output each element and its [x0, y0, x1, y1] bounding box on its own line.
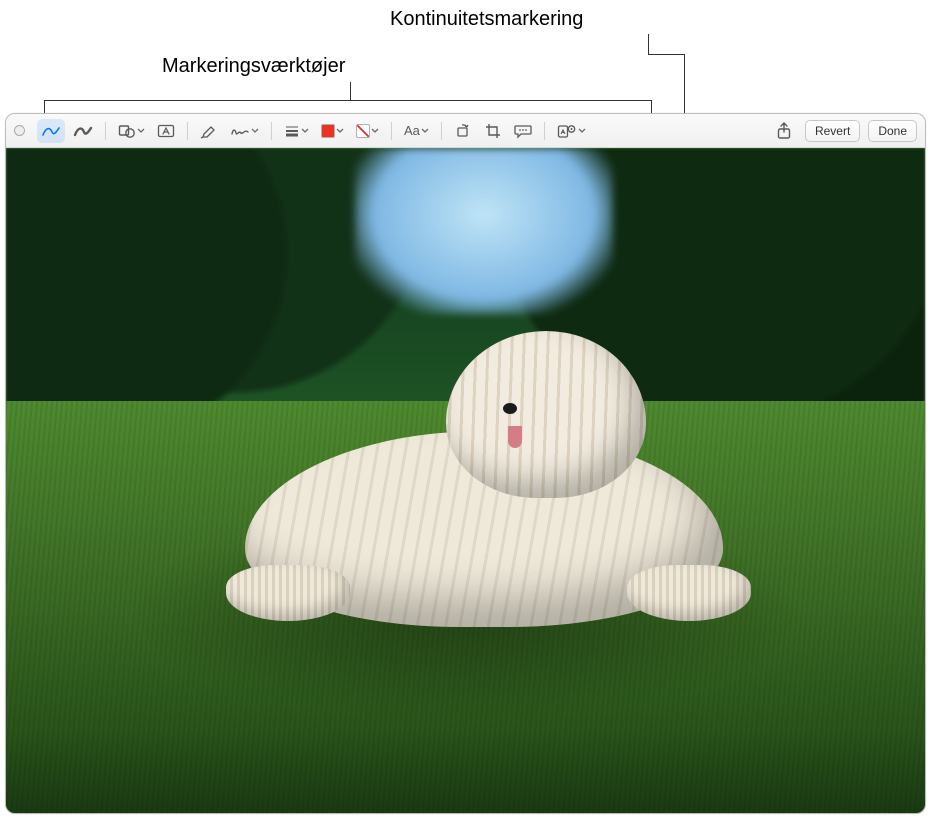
- dog-head: [446, 331, 647, 499]
- callout-line: [648, 54, 684, 55]
- chevron-down-icon: [301, 123, 309, 139]
- sketch-icon: [41, 123, 61, 139]
- done-button[interactable]: Done: [868, 120, 917, 142]
- markup-window: Aa: [5, 113, 926, 814]
- scene-sky: [355, 148, 612, 314]
- toolbar-separator: [441, 122, 442, 140]
- annotate-device-tool[interactable]: [553, 119, 590, 143]
- stroke-color-tool[interactable]: [352, 119, 383, 143]
- highlight-tool[interactable]: [196, 119, 222, 143]
- fill-color-tool[interactable]: [317, 119, 348, 143]
- crop-tool[interactable]: [480, 119, 506, 143]
- annotate-device-icon: [557, 123, 577, 139]
- toolbar-separator: [271, 122, 272, 140]
- sign-icon: [230, 123, 250, 139]
- rotate-icon: [455, 123, 471, 139]
- dog-paw: [627, 565, 751, 621]
- share-button[interactable]: [771, 119, 797, 143]
- callout-layer: Kontinuitetsmarkering Markeringsværktøje…: [0, 0, 931, 120]
- shapes-tool[interactable]: [114, 119, 149, 143]
- chevron-down-icon: [421, 123, 429, 139]
- chevron-down-icon: [578, 123, 586, 139]
- window-control-placeholder[interactable]: [14, 125, 25, 136]
- text-style-icon: Aa: [404, 123, 420, 138]
- image-description-tool[interactable]: [510, 119, 536, 143]
- line-style-tool[interactable]: [280, 119, 313, 143]
- callout-line: [648, 34, 649, 54]
- draw-icon: [73, 123, 93, 139]
- callout-line: [684, 54, 685, 119]
- toolbar-separator: [544, 122, 545, 140]
- text-style-tool[interactable]: Aa: [400, 119, 433, 143]
- callout-continuity-label: Kontinuitetsmarkering: [390, 8, 583, 31]
- textbox-tool[interactable]: [153, 119, 179, 143]
- stroke-color-icon: [356, 124, 370, 138]
- callout-line: [350, 82, 351, 100]
- chevron-down-icon: [251, 123, 259, 139]
- chevron-down-icon: [371, 123, 379, 139]
- shapes-icon: [118, 123, 136, 139]
- line-style-icon: [284, 123, 300, 139]
- image-canvas[interactable]: [6, 148, 925, 813]
- chevron-down-icon: [336, 123, 344, 139]
- sketch-tool[interactable]: [37, 119, 65, 143]
- toolbar-separator: [105, 122, 106, 140]
- callout-line: [44, 100, 652, 101]
- crop-icon: [485, 123, 501, 139]
- revert-button[interactable]: Revert: [805, 120, 860, 142]
- dog-paw: [226, 565, 350, 621]
- toolbar-separator: [187, 122, 188, 140]
- scene-dog: [245, 348, 723, 627]
- chevron-down-icon: [137, 123, 145, 139]
- highlight-icon: [200, 123, 218, 139]
- markup-toolbar: Aa: [6, 114, 925, 148]
- rotate-tool[interactable]: [450, 119, 476, 143]
- fill-color-icon: [321, 124, 335, 138]
- textbox-icon: [157, 123, 175, 139]
- toolbar-separator: [391, 122, 392, 140]
- callout-markup-tools-label: Markeringsværktøjer: [162, 55, 345, 78]
- dog-tongue: [508, 426, 522, 448]
- describe-icon: [514, 123, 532, 139]
- draw-tool[interactable]: [69, 119, 97, 143]
- sign-tool[interactable]: [226, 119, 263, 143]
- share-icon: [776, 122, 792, 140]
